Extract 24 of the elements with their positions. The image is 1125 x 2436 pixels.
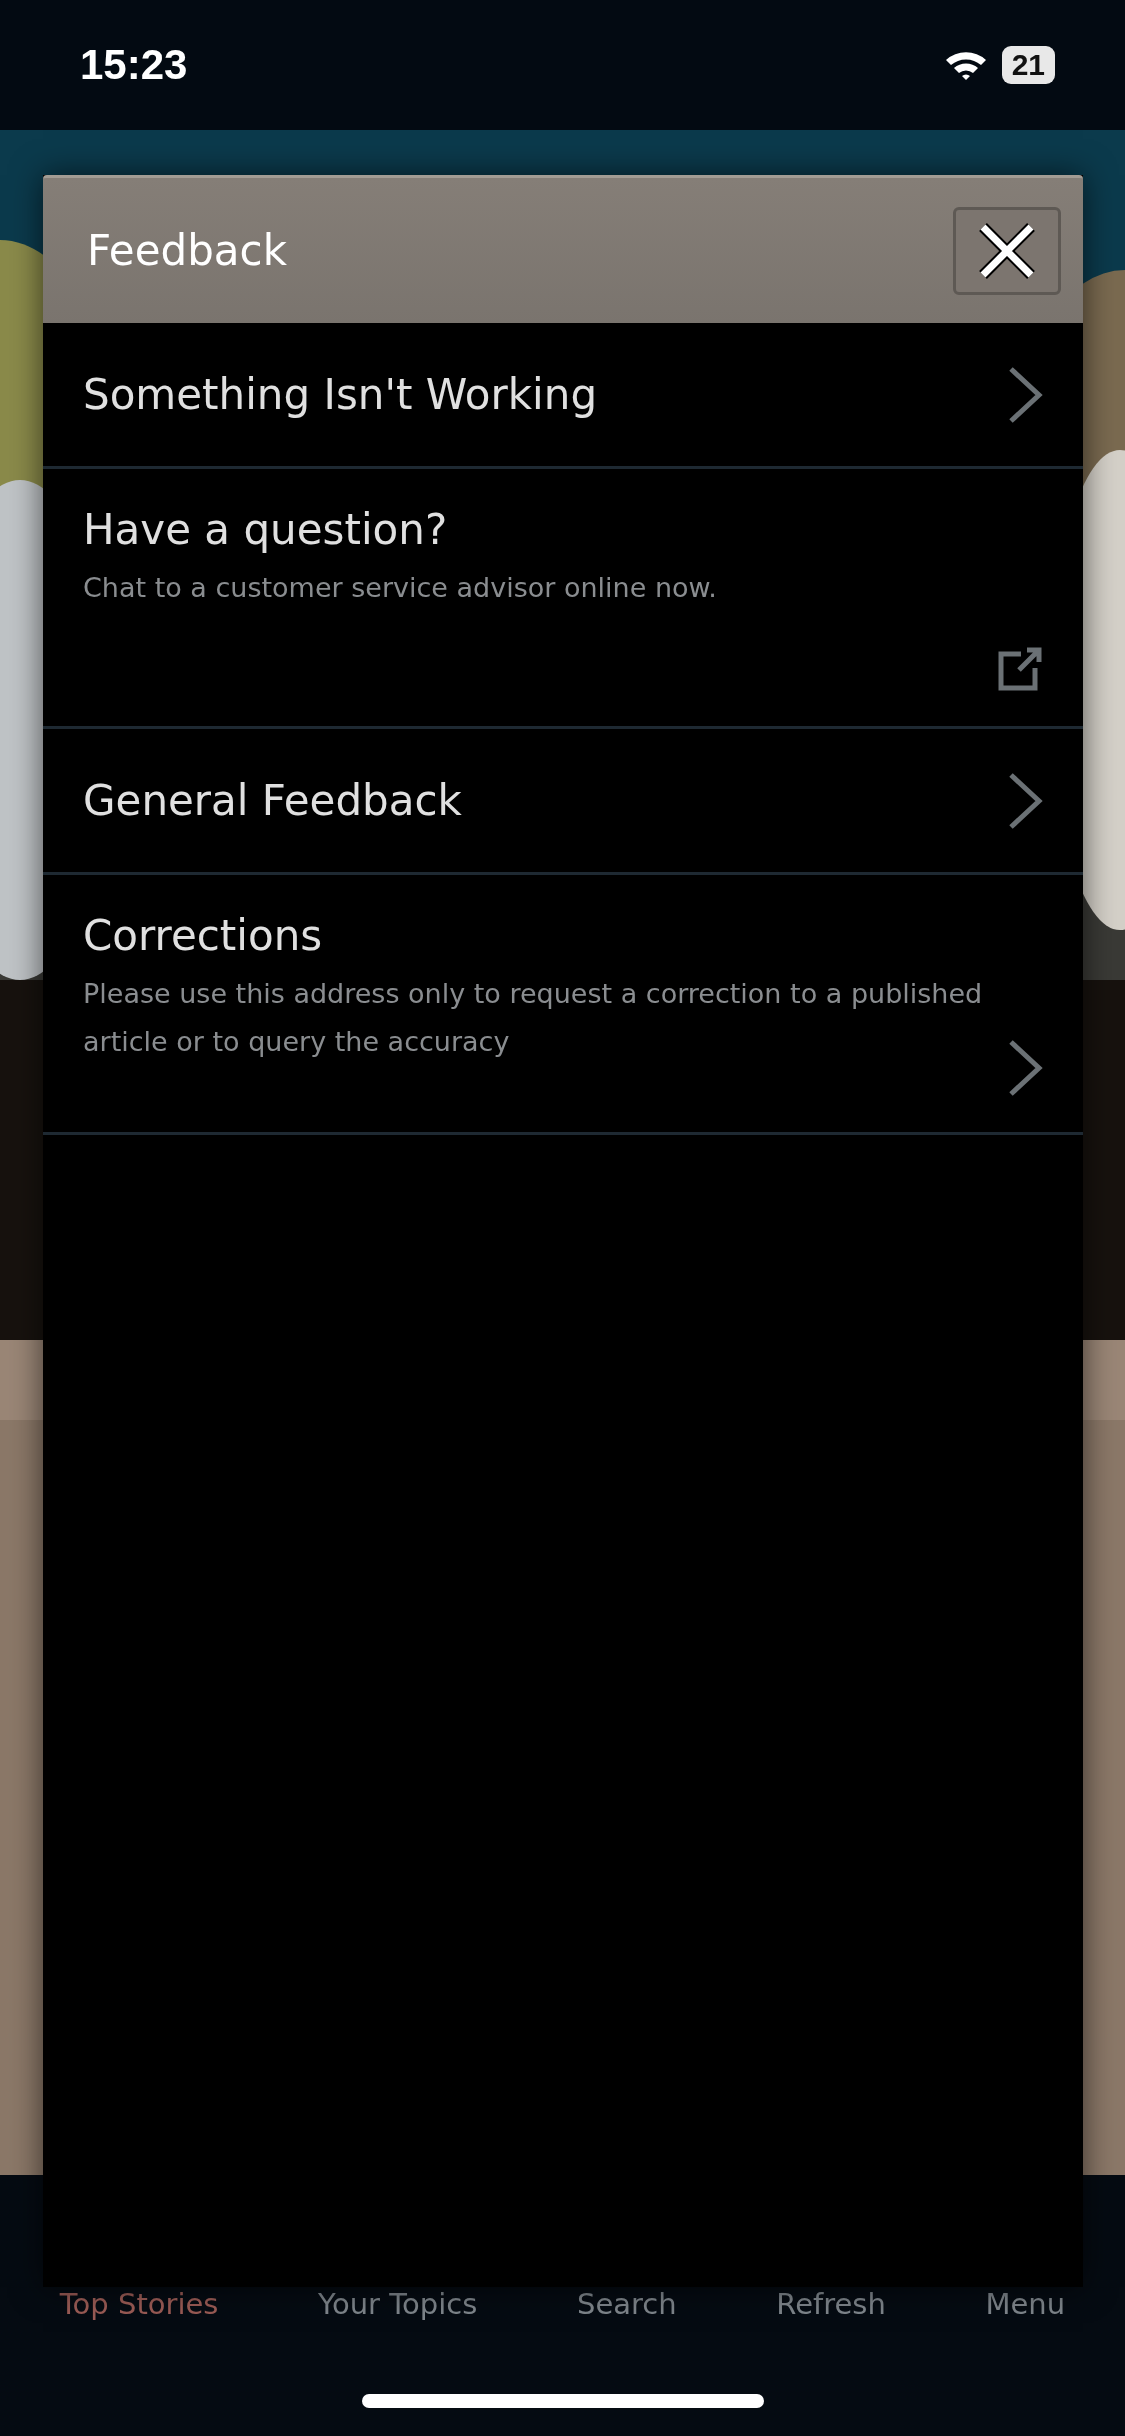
close-icon [977, 220, 1037, 281]
feedback-option[interactable]: Have a question? Chat to a customer service advisor online now. [43, 469, 1083, 729]
status-time: 15:23 [80, 41, 188, 89]
feedback-option[interactable]: General Feedback [43, 729, 1083, 875]
dialog-title: Feedback [87, 226, 287, 275]
option-title: Something Isn't Working [83, 370, 599, 419]
tab-bar-item[interactable]: Search [576, 2287, 677, 2321]
tab-bar-item[interactable]: Refresh [776, 2287, 886, 2321]
option-description: Chat to a customer service advisor online now. [83, 571, 718, 605]
option-title: Have a question? [83, 505, 449, 554]
external-link-icon [997, 646, 1043, 692]
chevron-right-icon [1007, 1038, 1043, 1098]
close-button[interactable] [953, 206, 1061, 295]
chevron-right-icon [1007, 770, 1043, 831]
option-description: Please use this address only to request a correction to a published article or to query the accuracy [83, 977, 984, 1059]
tab-bar-item[interactable]: Top Stories [59, 2287, 219, 2321]
chevron-right-icon [1007, 364, 1043, 425]
option-title: Corrections [83, 911, 324, 960]
tab-bar-item[interactable]: Menu [985, 2287, 1066, 2321]
option-title: General Feedback [83, 776, 463, 825]
feedback-option[interactable]: Corrections Please use this address only to request a correction to a published article or to query the accuracy [43, 875, 1083, 1135]
battery-level: 21 [1001, 46, 1055, 84]
feedback-option[interactable]: Something Isn't Working [43, 323, 1083, 469]
tab-bar-item[interactable]: Your Topics [318, 2287, 478, 2321]
